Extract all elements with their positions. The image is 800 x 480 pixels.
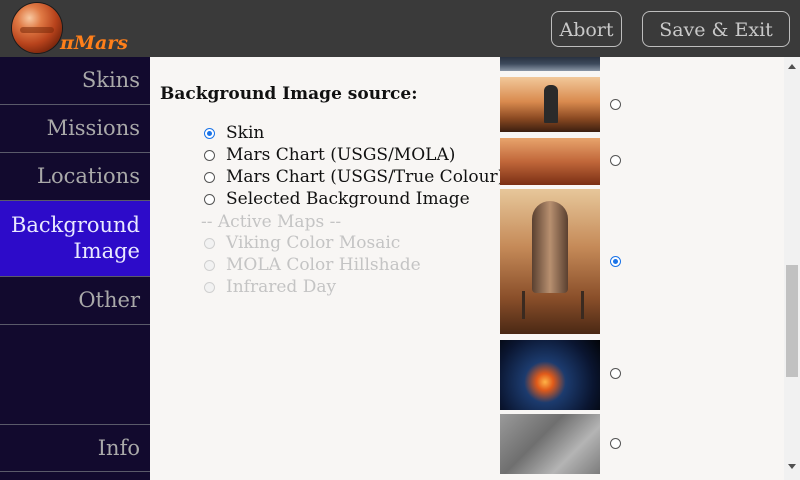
thumbnail-asteroid-impact[interactable] bbox=[500, 340, 600, 410]
thumbnail-rocket-on-mars[interactable] bbox=[500, 77, 600, 132]
sidebar-item-label: Background bbox=[10, 213, 140, 237]
thumbnail-astronaut-on-mars[interactable] bbox=[500, 138, 600, 185]
sidebar-item-background-image[interactable]: Background Image bbox=[0, 201, 150, 277]
sidebar-item-label: Missions bbox=[46, 116, 140, 140]
scroll-down-arrow-icon[interactable] bbox=[788, 464, 796, 469]
option-label: Skin bbox=[226, 123, 265, 143]
thumbnail-radio[interactable] bbox=[610, 155, 621, 166]
app-logo-text: πMars bbox=[60, 32, 128, 54]
sidebar-item-locations[interactable]: Locations bbox=[0, 153, 150, 201]
sidebar-item-missions[interactable]: Missions bbox=[0, 105, 150, 153]
sidebar-item-other[interactable]: Other bbox=[0, 277, 150, 325]
radio-button bbox=[204, 260, 215, 271]
thumbnail-radio[interactable] bbox=[610, 99, 621, 110]
sidebar-item-skins[interactable]: Skins bbox=[0, 57, 150, 105]
radio-button bbox=[204, 282, 215, 293]
sidebar-item-label: Skins bbox=[81, 68, 140, 92]
vertical-scrollbar[interactable] bbox=[784, 57, 800, 480]
app-header: πMars Abort Save & Exit bbox=[0, 0, 800, 57]
option-label: Infrared Day bbox=[226, 277, 337, 297]
thumbnail-grey-crater-terrain[interactable] bbox=[500, 414, 600, 474]
radio-button[interactable] bbox=[204, 128, 215, 139]
thumbnail-radio[interactable] bbox=[610, 256, 621, 267]
thumbnail-radio[interactable] bbox=[610, 438, 621, 449]
thumbnail-mars-lander[interactable] bbox=[500, 189, 600, 334]
scrollbar-thumb[interactable] bbox=[786, 265, 798, 377]
sidebar: Skins Missions Locations Background Imag… bbox=[0, 57, 150, 480]
sidebar-item-label: Other bbox=[78, 288, 140, 312]
option-label: MOLA Color Hillshade bbox=[226, 255, 421, 275]
radio-button[interactable] bbox=[204, 194, 215, 205]
option-label: Mars Chart (USGS/True Colour) bbox=[226, 167, 505, 187]
section-title: Background Image source: bbox=[160, 84, 418, 104]
sidebar-item-label: Info bbox=[97, 436, 140, 460]
option-label: Viking Color Mosaic bbox=[226, 233, 401, 253]
active-maps-heading: -- Active Maps -- bbox=[201, 212, 342, 232]
radio-button[interactable] bbox=[204, 172, 215, 183]
thumbnail-moon-surface[interactable] bbox=[500, 57, 600, 71]
save-exit-button[interactable]: Save & Exit bbox=[642, 11, 790, 47]
option-label: Mars Chart (USGS/MOLA) bbox=[226, 145, 456, 165]
mars-logo-icon bbox=[12, 3, 62, 53]
thumbnail-radio[interactable] bbox=[610, 368, 621, 379]
sidebar-item-label: Locations bbox=[37, 164, 140, 188]
sidebar-item-label: Image bbox=[73, 239, 140, 263]
radio-button bbox=[204, 238, 215, 249]
abort-button[interactable]: Abort bbox=[551, 11, 622, 47]
scroll-up-arrow-icon[interactable] bbox=[788, 64, 796, 69]
sidebar-item-info[interactable]: Info bbox=[0, 424, 150, 472]
option-label: Selected Background Image bbox=[226, 189, 470, 209]
radio-button[interactable] bbox=[204, 150, 215, 161]
settings-panel: Background Image source: Skin Mars Chart… bbox=[150, 57, 784, 480]
